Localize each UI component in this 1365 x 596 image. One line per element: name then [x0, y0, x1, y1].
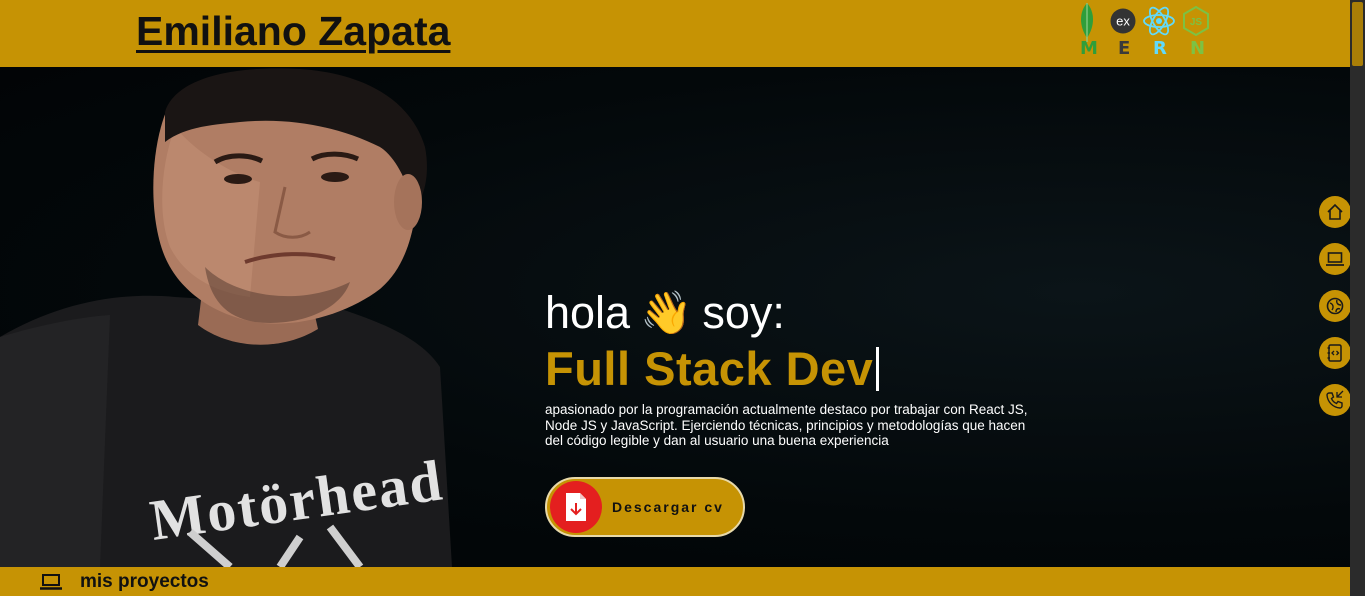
- mongodb-leaf-icon: [1081, 3, 1093, 42]
- download-cv-label: Descargar cv: [612, 499, 724, 515]
- download-cv-button[interactable]: Descargar cv: [545, 477, 745, 537]
- nodejs-icon: JS: [1183, 6, 1209, 36]
- bio-description: apasionado por la programación actualmen…: [545, 402, 1028, 448]
- file-download-icon: [550, 481, 602, 533]
- stack-letter-m: M: [1080, 38, 1099, 59]
- top-header: Emiliano Zapata M ex E R JS N: [0, 0, 1350, 67]
- projects-bar[interactable]: mis proyectos: [0, 567, 1350, 596]
- role-heading: Full Stack Dev: [545, 341, 1035, 396]
- page-scrollbar[interactable]: [1350, 0, 1365, 596]
- side-navigation: [1319, 196, 1350, 416]
- globe-icon: [1326, 297, 1344, 315]
- projects-bar-label: mis proyectos: [80, 570, 209, 592]
- greeting-text: hola: [545, 287, 631, 338]
- waving-hand-icon: 👋: [640, 288, 693, 336]
- home-icon: [1327, 203, 1343, 220]
- stack-letter-r: R: [1153, 38, 1168, 59]
- stack-letter-e: E: [1118, 38, 1132, 59]
- express-badge-text: ex: [1116, 14, 1130, 29]
- nav-projects-button[interactable]: [1319, 243, 1350, 275]
- laptop-icon: [1326, 252, 1344, 266]
- brand-name[interactable]: Emiliano Zapata: [136, 8, 450, 55]
- role-text: Full Stack Dev: [545, 342, 874, 395]
- greeting-suffix: soy:: [702, 287, 785, 338]
- mern-stack-logo: M ex E R JS N: [1074, 2, 1214, 62]
- greeting-line: hola 👋 soy:: [545, 287, 1035, 339]
- hero-section: Motörhead hola 👋 soy: Full Stack Dev apa…: [0, 67, 1350, 567]
- intro-block: hola 👋 soy: Full Stack Dev apasionado po…: [545, 287, 1035, 449]
- nav-home-button[interactable]: [1319, 196, 1350, 228]
- profile-photo: Motörhead: [0, 68, 452, 567]
- laptop-icon: [40, 573, 62, 591]
- stack-letter-n: N: [1190, 38, 1207, 59]
- typing-cursor: [876, 346, 880, 391]
- nav-web-button[interactable]: [1319, 290, 1350, 322]
- nav-skills-button[interactable]: [1319, 337, 1350, 369]
- phone-icon: [1326, 390, 1344, 409]
- svg-text:JS: JS: [1190, 17, 1203, 28]
- nav-contact-button[interactable]: [1319, 384, 1350, 416]
- code-notebook-icon: [1327, 344, 1342, 362]
- react-icon: [1143, 6, 1175, 36]
- express-icon: ex: [1110, 8, 1136, 34]
- scrollbar-thumb[interactable]: [1352, 2, 1363, 66]
